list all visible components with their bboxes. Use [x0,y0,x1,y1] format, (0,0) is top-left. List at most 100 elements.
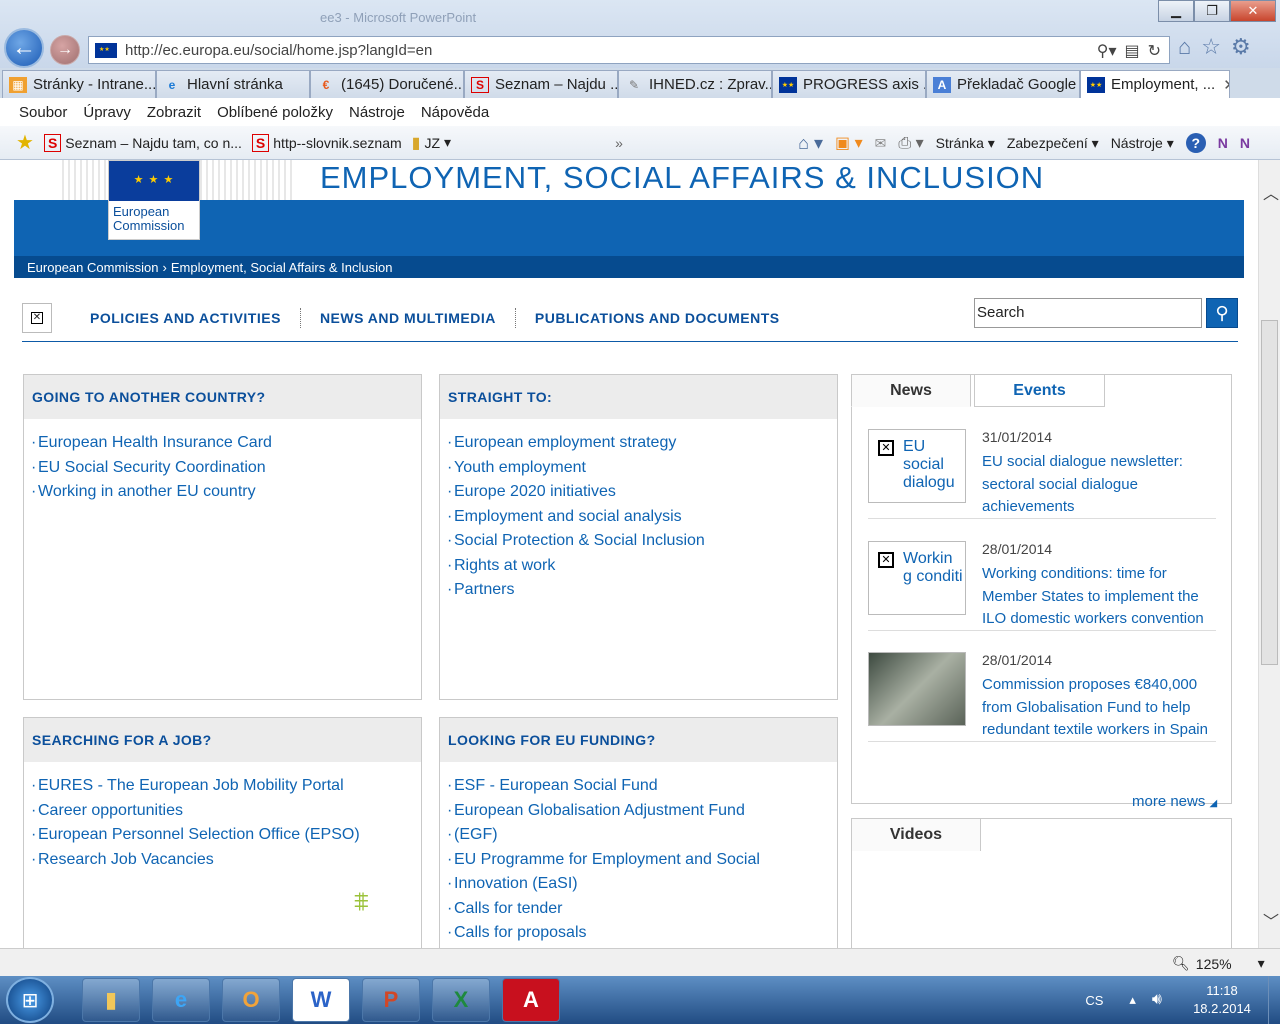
menu-favorites[interactable]: Oblíbené položky [217,104,333,121]
news-title[interactable]: Commission proposes €840,000 from Global… [982,674,1214,742]
tab-events[interactable]: Events [974,374,1105,407]
forward-button[interactable]: → [50,35,80,65]
taskbar-word[interactable]: W [292,978,350,1022]
link-item[interactable]: Europe 2020 initiatives [447,480,837,505]
tab-intranet[interactable]: ▦ Stránky - Intrane... [2,70,156,98]
search-button[interactable]: ⚲ [1206,298,1238,328]
news-title[interactable]: Working conditions: time for Member Stat… [982,563,1214,631]
command-tools[interactable]: Nástroje ▾ [1111,135,1174,152]
rss-icon[interactable]: ▣ ▾ [835,133,863,153]
link-item[interactable]: European Globalisation Adjustment Fund [447,799,837,824]
onenote-icon[interactable]: N [1218,135,1228,151]
start-button[interactable]: ⊞ [6,977,54,1023]
taskbar-acrobat[interactable]: A [502,978,560,1022]
command-page[interactable]: Stránka ▾ [936,135,995,152]
link-item[interactable]: Rights at work [447,554,837,579]
taskbar-excel[interactable]: X [432,978,490,1022]
maximize-button[interactable]: ❐ [1194,0,1230,22]
taskbar-outlook[interactable]: O [222,978,280,1022]
clock[interactable]: 11:18 18.2.2014 [1182,982,1262,1018]
menu-help[interactable]: Nápověda [421,104,489,121]
link-item[interactable]: Employment and social analysis [447,505,837,530]
favorite-seznam[interactable]: S Seznam – Najdu tam, co n... [43,133,242,152]
link-item[interactable]: Youth employment [447,456,837,481]
link-item[interactable]: European Personnel Selection Office (EPS… [31,823,421,848]
link-item[interactable]: Career opportunities [31,799,421,824]
link-item[interactable]: European Health Insurance Card [31,431,421,456]
compatibility-icon[interactable]: ▤ [1124,41,1139,61]
tab-seznam[interactable]: S Seznam – Najdu ... [464,70,618,98]
link-item[interactable]: ESF - European Social Fund [447,774,837,799]
volume-icon[interactable]: 🔊︎ [1152,991,1162,1009]
taskbar-powerpoint[interactable]: P [362,978,420,1022]
refresh-icon[interactable]: ↻ [1148,41,1161,61]
news-title[interactable]: EU social dialogue newsletter: sectoral … [982,451,1214,519]
news-item[interactable]: 28/01/2014 Commission proposes €840,000 … [868,652,1216,742]
nav-publications[interactable]: PUBLICATIONS AND DOCUMENTS [535,310,780,326]
gear-icon[interactable]: ⚙ [1231,34,1251,60]
menu-tools[interactable]: Nástroje [349,104,405,121]
link-item[interactable]: Calls for tender [447,897,837,922]
link-item[interactable]: Working in another EU country [31,480,421,505]
print-icon[interactable]: ⎙ ▾ [898,133,923,153]
tab-news[interactable]: News [851,374,971,407]
home-icon[interactable]: ⌂ [1178,34,1191,60]
vertical-scrollbar[interactable]: ︿ ﹀ [1258,160,1280,948]
tab-progress[interactable]: ★★ PROGRESS axis ... [772,70,926,98]
command-security[interactable]: Zabezpečení ▾ [1007,135,1099,152]
close-button[interactable]: ✕ [1230,0,1276,22]
close-tab-icon[interactable]: ✕ [1223,76,1229,94]
news-item[interactable]: ✕ EU social dialogu 31/01/2014 EU social … [868,429,1216,519]
tab-email[interactable]: € (1645) Doručené... [310,70,464,98]
ec-logo[interactable]: ★ ★ ★ European Commission [108,160,200,240]
search-icon[interactable]: ⚲▾ [1097,41,1117,61]
breadcrumb-home[interactable]: European Commission [27,260,159,275]
url-field[interactable]: http://ec.europa.eu/social/home.jsp?lang… [88,36,1170,64]
taskbar-explorer[interactable]: ▮ [82,978,140,1022]
tab-home[interactable]: e Hlavní stránka [156,70,310,98]
menu-view[interactable]: Zobrazit [147,104,201,121]
link-item[interactable]: Social Protection & Social Inclusion [447,529,837,554]
favorites-star-icon[interactable]: ☆ [1201,34,1221,60]
search-input[interactable]: Search [974,298,1202,328]
menu-file[interactable]: Soubor [19,104,67,121]
tab-videos[interactable]: Videos [851,818,981,851]
link-item-cont[interactable]: Innovation (EaSI) [447,872,837,897]
link-item[interactable]: Calls for proposals [447,921,837,946]
help-icon[interactable]: ? [1185,133,1206,153]
scroll-up-icon[interactable]: ︿ [1263,180,1279,204]
back-button[interactable]: ← [4,28,44,68]
news-thumbnail: ✕ Workin g conditi [868,541,966,615]
news-item[interactable]: ✕ Workin g conditi 28/01/2014 Working con… [868,541,1216,631]
nav-policies[interactable]: POLICIES AND ACTIVITIES [90,310,281,326]
menu-edit[interactable]: Úpravy [83,104,131,121]
favorite-slovnik[interactable]: Shttp--slovnik.seznam [251,133,402,152]
nav-news[interactable]: NEWS AND MULTIMEDIA [320,310,496,326]
tab-translate[interactable]: A Překladač Google [926,70,1080,98]
scroll-down-icon[interactable]: ﹀ [1263,908,1279,932]
tray-expand-icon[interactable]: ▴ [1129,992,1136,1008]
link-item[interactable]: Research Job Vacancies [31,848,421,873]
scrollbar-thumb[interactable] [1261,320,1278,665]
tab-ihned[interactable]: ✎ IHNED.cz : Zprav... [618,70,772,98]
link-item[interactable]: EU Programme for Employment and Social [447,848,837,873]
link-item[interactable]: EU Social Security Coordination [31,456,421,481]
zoom-control[interactable]: 🔍︎ 125% ▾ [1172,955,1265,972]
chevron-right-icon[interactable]: » [615,135,623,151]
link-item[interactable]: Partners [447,578,837,603]
show-desktop-button[interactable] [1268,976,1280,1024]
link-item-cont[interactable]: (EGF) [447,823,837,848]
favorite-folder-jz[interactable]: ▮ JZ ▾ [412,133,451,153]
tab-employment[interactable]: ★★Employment, ...✕ [1080,70,1230,98]
link-item[interactable]: European employment strategy [447,431,837,456]
favorites-star-icon[interactable]: ★ [16,130,34,155]
onenote-icon[interactable]: N [1240,135,1250,151]
minimize-button[interactable]: ▁ [1158,0,1194,22]
more-news-link[interactable]: more news ◢ [1132,793,1217,810]
mail-icon[interactable]: ✉ [875,135,887,152]
taskbar-ie[interactable]: e [152,978,210,1022]
language-indicator[interactable]: CS [1085,993,1103,1008]
link-item[interactable]: EURES - The European Job Mobility Portal [31,774,421,799]
seznam-icon: S [251,133,270,152]
home-icon[interactable]: ⌂ ▾ [798,133,823,154]
